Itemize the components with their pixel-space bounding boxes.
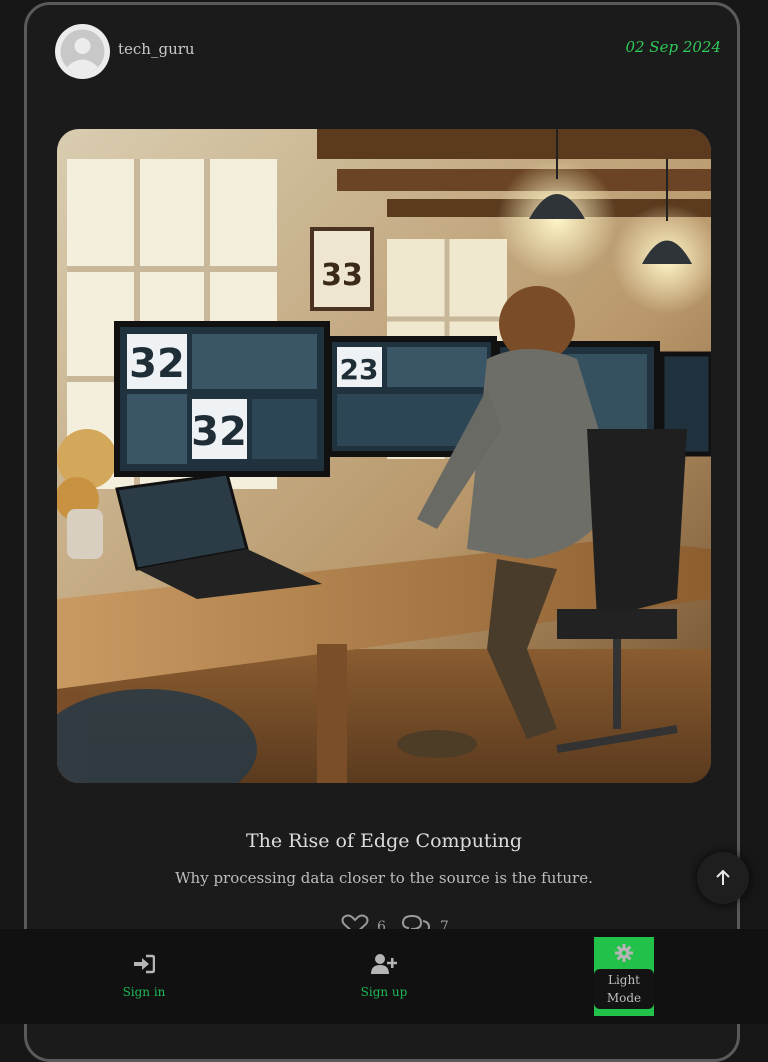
sign-in-icon	[134, 954, 155, 974]
arrow-up-icon	[716, 869, 730, 885]
author-avatar[interactable]	[55, 24, 110, 79]
mode-label: Light Mode	[594, 969, 654, 1009]
gear-icon	[615, 944, 633, 962]
signin-label: Sign in	[122, 985, 166, 999]
signup-label: Sign up	[360, 985, 408, 999]
post-title[interactable]: The Rise of Edge Computing	[0, 830, 768, 852]
signup-button[interactable]: Sign up	[344, 954, 424, 999]
svg-text:23: 23	[340, 353, 379, 386]
mode-label-line2: Mode	[606, 991, 642, 1005]
signin-button[interactable]: Sign in	[104, 954, 184, 999]
scroll-to-top-button[interactable]	[697, 852, 749, 904]
mode-label-line1: Light	[607, 973, 641, 987]
svg-text:32: 32	[129, 341, 185, 387]
avatar-placeholder-icon	[60, 29, 105, 74]
author-username[interactable]: tech_guru	[118, 40, 195, 58]
svg-text:32: 32	[191, 409, 247, 455]
svg-text:33: 33	[321, 258, 363, 293]
post-subtitle: Why processing data closer to the source…	[175, 869, 593, 887]
post-image[interactable]: 33 32 32 23	[57, 129, 711, 783]
post-illustration: 33 32 32 23	[57, 129, 711, 783]
light-mode-toggle[interactable]: Light Mode	[594, 937, 654, 1016]
post-date: 02 Sep 2024	[625, 38, 721, 56]
user-plus-icon	[371, 954, 397, 974]
bottom-nav: Sign in Sign up Light Mode	[0, 929, 768, 1024]
